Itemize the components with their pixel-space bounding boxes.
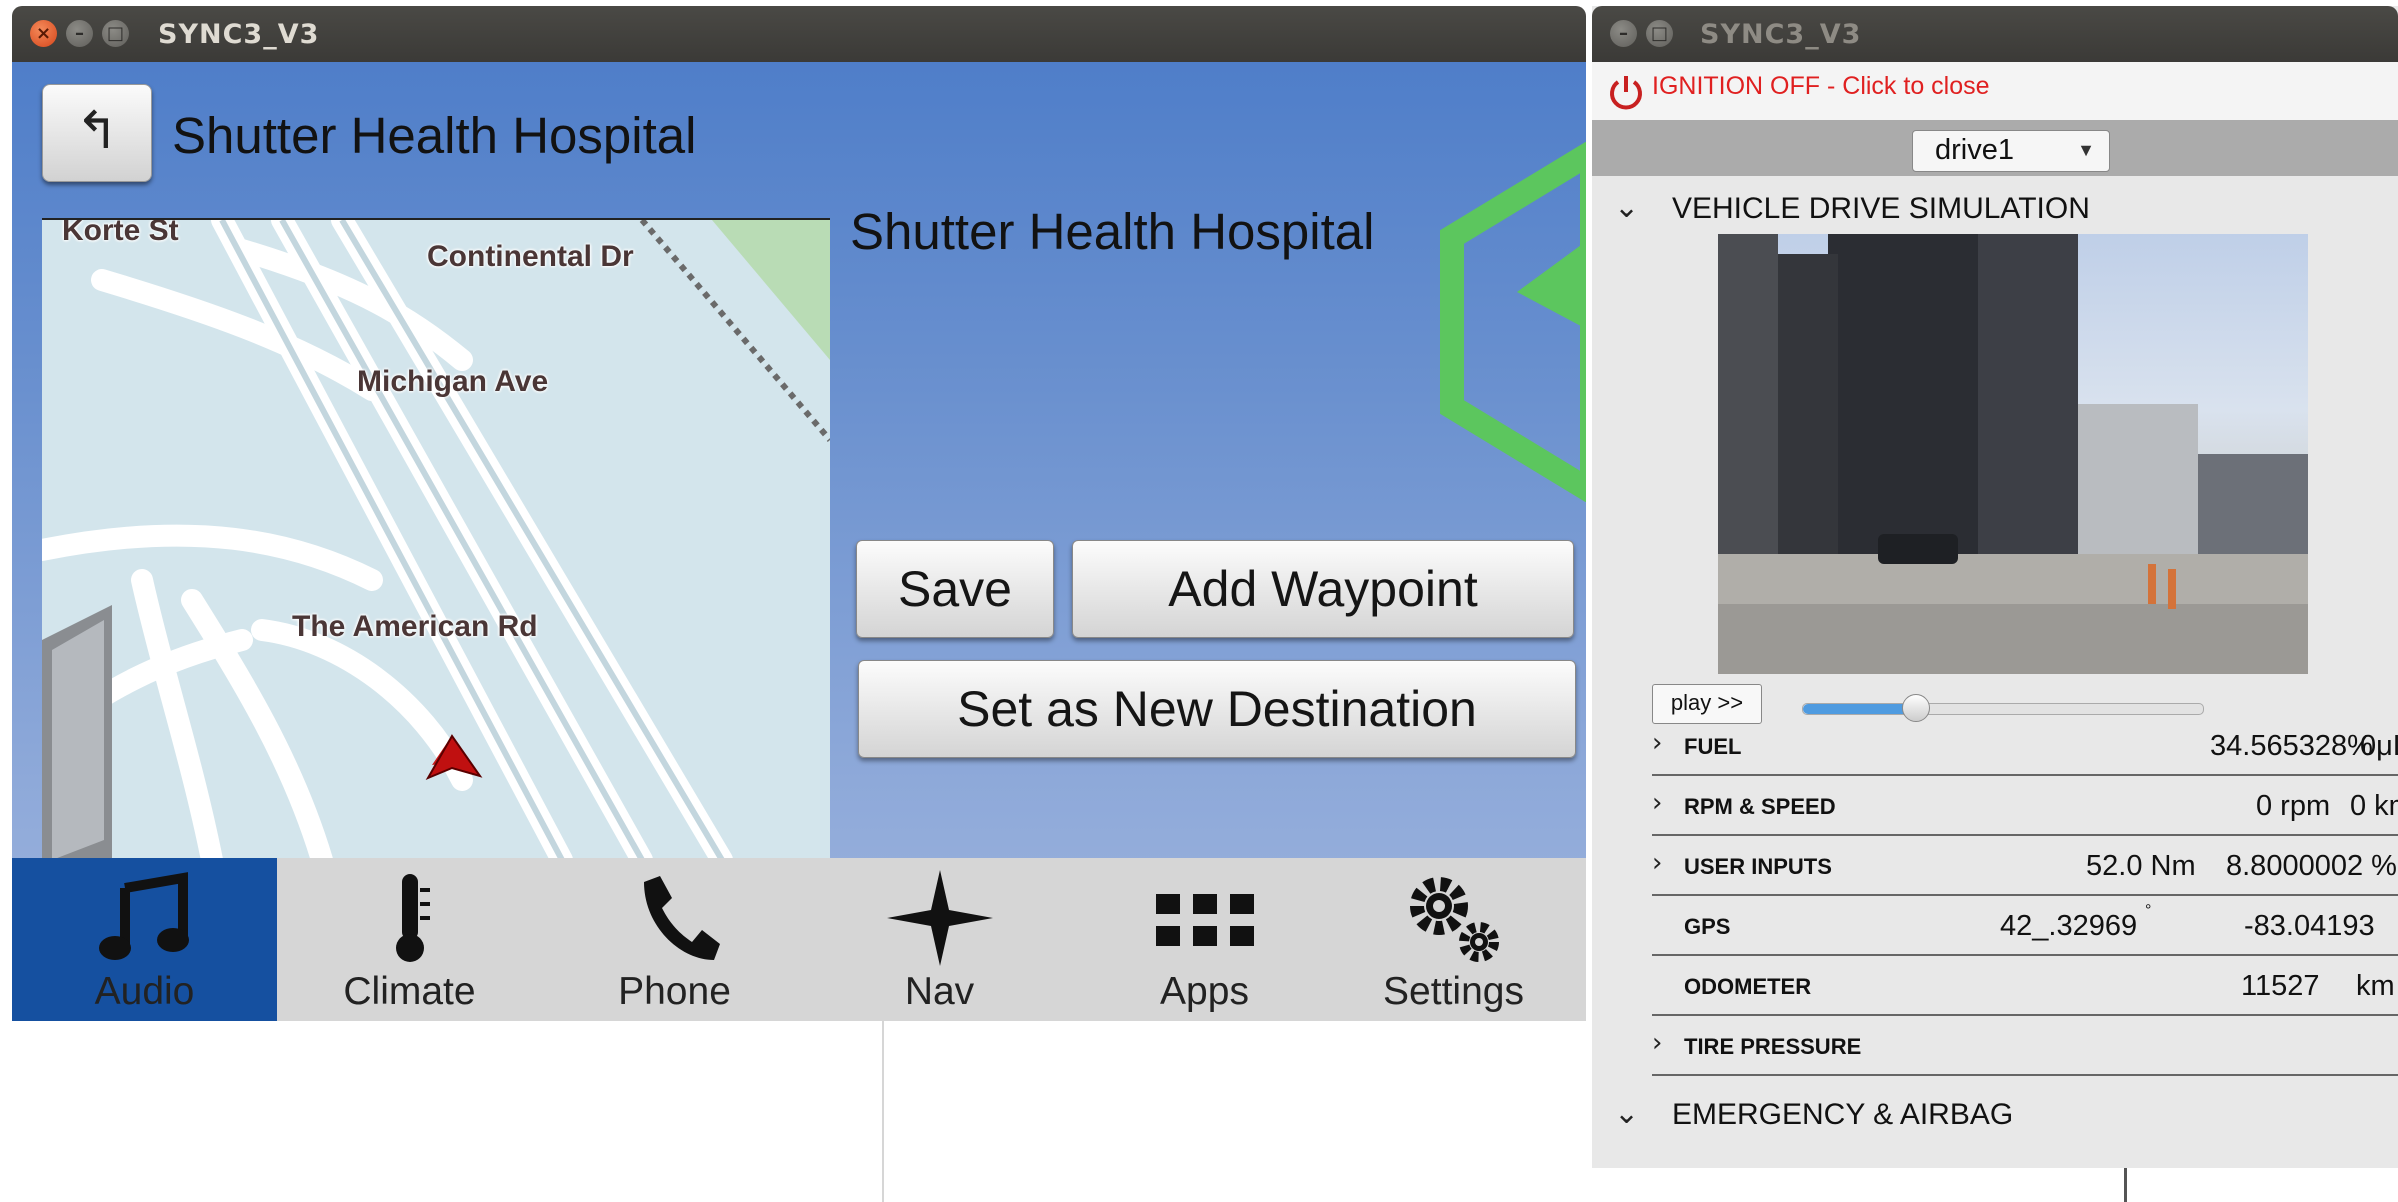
nav-phone-label: Phone — [618, 970, 731, 1013]
music-note-icon — [98, 872, 189, 960]
rpm-speed-row[interactable]: › RPM & SPEED 0 rpm 0 km/h — [1652, 774, 2398, 836]
street-scene-image — [1718, 234, 2308, 674]
back-arrow-icon: ↰ — [75, 102, 119, 160]
user-inputs-label: USER INPUTS — [1684, 854, 1832, 879]
chevron-right-icon[interactable]: › — [1652, 788, 1662, 818]
desktop-divider — [882, 1021, 884, 1202]
map-label-continental: Continental Dr — [427, 240, 634, 273]
window-title: SYNC3_V3 — [158, 19, 320, 50]
odometer-label: ODOMETER — [1684, 974, 1812, 999]
odometer-value: 11527 — [2241, 970, 2320, 1002]
chevron-down-icon[interactable]: ⌄ — [1614, 190, 1639, 225]
gps-lon-value: -83.04193 — [2244, 910, 2375, 942]
odometer-unit: km — [2356, 970, 2395, 1002]
chevron-right-icon[interactable]: › — [1652, 848, 1662, 878]
speed-value: 0 km/h — [2350, 790, 2398, 822]
rpm-value: 0 rpm — [2256, 790, 2331, 822]
chevron-right-icon[interactable]: › — [1652, 728, 1662, 758]
compass-star-icon — [886, 870, 993, 966]
nav-apps-label: Apps — [1160, 970, 1249, 1013]
tire-pressure-row[interactable]: › TIRE PRESSURE — [1652, 1014, 2398, 1076]
nav-apps[interactable]: Apps — [1072, 858, 1337, 1021]
torque-value: 52.0 Nm — [2086, 850, 2196, 882]
odometer-row[interactable]: ODOMETER 11527 km — [1652, 954, 2398, 1016]
save-button[interactable]: Save — [856, 540, 1054, 638]
nav-audio-label: Audio — [94, 970, 195, 1013]
nav-nav-label: Nav — [904, 970, 975, 1013]
close-window-button[interactable]: × — [30, 20, 57, 47]
nav-settings[interactable]: Settings — [1321, 858, 1586, 1021]
chevron-down-icon[interactable]: ⌄ — [1614, 1096, 1639, 1131]
nav-climate[interactable]: Climate — [277, 858, 542, 1021]
map-label-american-rd: The American Rd — [292, 610, 538, 643]
gps-lat-value: 42_.32969 — [2000, 910, 2138, 942]
sim-minimize-button[interactable]: – — [1610, 20, 1637, 47]
gps-row[interactable]: GPS 42_.32969 ° -83.04193 — [1652, 894, 2398, 956]
nav-nav[interactable]: Nav — [807, 858, 1072, 1021]
rpm-speed-label: RPM & SPEED — [1684, 794, 1836, 819]
nav-climate-label: Climate — [343, 970, 476, 1013]
drive-select[interactable]: drive1 ▼ — [1912, 130, 2110, 172]
drive-video — [1718, 234, 2308, 674]
playback-slider-fill — [1803, 704, 1915, 714]
nav-audio[interactable]: Audio — [12, 858, 277, 1021]
emergency-airbag-section-header[interactable]: EMERGENCY & AIRBAG — [1672, 1098, 2013, 1132]
chevron-down-icon: ▼ — [2077, 140, 2095, 160]
map-label-michigan: Michigan Ave — [357, 365, 549, 398]
gears-icon — [1409, 877, 1499, 962]
apps-grid-icon — [1155, 894, 1254, 946]
vehicle-drive-section-header[interactable]: VEHICLE DRIVE SIMULATION — [1672, 192, 2090, 226]
drive-select-value: drive1 — [1935, 134, 2014, 166]
sync3-main-window: × – □ SYNC3_V3 ↰ Shutter Health Hospital — [12, 6, 1586, 1021]
simulator-window: – □ SYNC3_V3 IGNITION OFF - Click to clo… — [1592, 6, 2398, 1168]
chevron-right-icon[interactable]: › — [1652, 1028, 1662, 1058]
hexagon-logo-icon — [1440, 142, 1586, 502]
tire-pressure-label: TIRE PRESSURE — [1684, 1034, 1862, 1059]
desktop-divider-dark — [2124, 1168, 2127, 1202]
pct-value: 8.8000002 % — [2226, 850, 2397, 882]
set-new-destination-button[interactable]: Set as New Destination — [858, 660, 1576, 758]
back-button[interactable]: ↰ — [42, 84, 152, 182]
user-inputs-row[interactable]: › USER INPUTS 52.0 Nm 8.8000002 % 0 — [1652, 834, 2398, 896]
phone-icon — [643, 876, 720, 960]
vehicle-position-icon — [425, 734, 483, 781]
maximize-window-button[interactable]: □ — [102, 20, 129, 47]
gps-lat-degree: ° — [2145, 902, 2152, 919]
map-label-korte: Korte St — [62, 218, 179, 247]
ignition-bar[interactable]: IGNITION OFF - Click to close — [1592, 62, 2398, 122]
bottom-nav-bar: Audio Climate Phone Nav Apps Settings — [12, 858, 1586, 1021]
fuel-label: FUEL — [1684, 734, 1742, 759]
fuel-row[interactable]: › FUEL 34.565328% 0μL — [1652, 714, 2398, 776]
sim-title-bar: – □ SYNC3_V3 — [1592, 6, 2398, 62]
fuel-unit: 0μL — [2360, 730, 2398, 762]
sim-window-title: SYNC3_V3 — [1700, 19, 1862, 50]
navigation-screen: ↰ Shutter Health Hospital Korte St Conti… — [12, 62, 1586, 1021]
minimize-window-button[interactable]: – — [66, 20, 93, 47]
add-waypoint-button[interactable]: Add Waypoint — [1072, 540, 1574, 638]
thermometer-icon — [395, 874, 430, 962]
title-bar: × – □ SYNC3_V3 — [12, 6, 1586, 62]
nav-phone[interactable]: Phone — [542, 858, 807, 1021]
sim-maximize-button[interactable]: □ — [1646, 20, 1673, 47]
drive-select-bar: drive1 ▼ — [1592, 120, 2398, 176]
nav-settings-label: Settings — [1383, 970, 1524, 1013]
gps-label: GPS — [1684, 914, 1731, 939]
power-icon — [1610, 76, 1642, 110]
ignition-off-text[interactable]: IGNITION OFF - Click to close — [1652, 72, 1990, 101]
map-view[interactable]: Korte St Continental Dr Michigan Ave The… — [42, 218, 830, 860]
destination-name: Shutter Health Hospital — [850, 203, 1375, 260]
fuel-value: 34.565328% — [2210, 730, 2373, 762]
page-title: Shutter Health Hospital — [172, 107, 697, 164]
